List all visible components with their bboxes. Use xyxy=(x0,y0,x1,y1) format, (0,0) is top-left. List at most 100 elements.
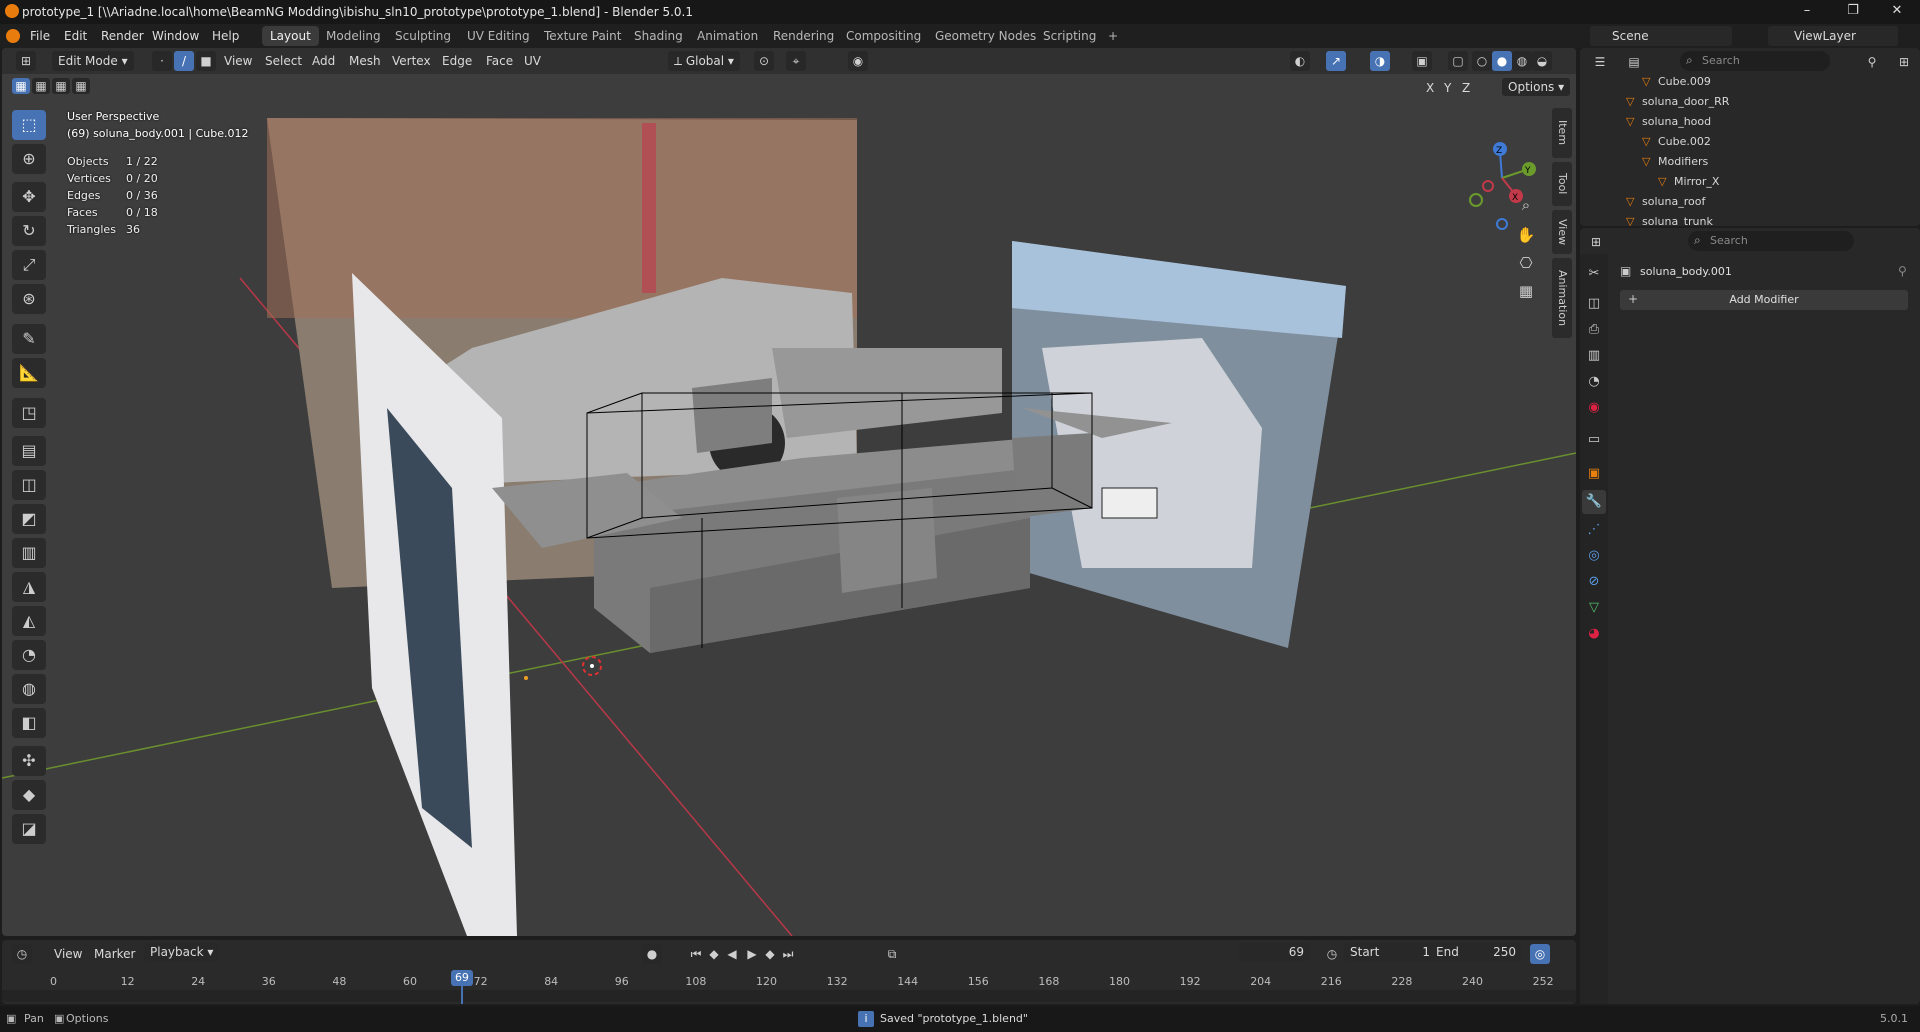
outliner-editor-type-icon[interactable]: ☰ xyxy=(1590,52,1610,72)
face-select-icon[interactable]: ■ xyxy=(196,51,216,71)
orientation-selector[interactable]: ⟂ Global ▾ xyxy=(668,51,740,71)
tab-animation[interactable]: Animation xyxy=(689,26,766,46)
poly-build-tool-icon[interactable]: ◭ xyxy=(12,606,46,636)
shrink-fatten-tool-icon[interactable]: ✣ xyxy=(12,746,46,776)
select-new-icon[interactable]: ▦ xyxy=(12,78,30,94)
wireframe-shading-icon[interactable]: ○ xyxy=(1472,51,1492,71)
outliner-row[interactable]: ▽ soluna_roof xyxy=(1580,192,1920,212)
edge-select-icon[interactable]: / xyxy=(174,51,194,71)
outliner-row[interactable]: ▽ soluna_trunk xyxy=(1580,212,1920,226)
render-properties-icon[interactable]: ◫ xyxy=(1582,292,1606,316)
menu-render[interactable]: Render xyxy=(101,28,144,44)
material-shading-icon[interactable]: ◍ xyxy=(1512,51,1532,71)
tab-layout[interactable]: Layout xyxy=(262,26,319,46)
outliner-row[interactable]: ▽ Cube.009 xyxy=(1580,72,1920,92)
options-dropdown[interactable]: Options ▾ xyxy=(1502,78,1571,96)
pan-hand-icon[interactable]: ✋ xyxy=(1516,225,1536,245)
menu-window[interactable]: Window xyxy=(152,28,199,44)
select-subtract-icon[interactable]: ▦ xyxy=(52,78,70,94)
scene-selector[interactable]: Scene xyxy=(1590,26,1732,46)
menu-uv[interactable]: UV xyxy=(524,53,541,69)
ortho-toggle-icon[interactable]: ▦ xyxy=(1516,281,1536,301)
gizmo-toggle-icon[interactable]: ↗ xyxy=(1326,51,1346,71)
material-properties-icon[interactable]: ◕ xyxy=(1582,622,1606,646)
overlay-toggle-icon[interactable]: ◑ xyxy=(1370,51,1390,71)
blender-menu-icon[interactable] xyxy=(6,29,20,43)
shear-tool-icon[interactable]: ◆ xyxy=(12,780,46,810)
knife-tool-icon[interactable]: ◮ xyxy=(12,572,46,602)
add-modifier-button[interactable]: + Add Modifier xyxy=(1620,290,1908,310)
close-button[interactable]: ✕ xyxy=(1874,0,1920,24)
vertex-select-icon[interactable]: · xyxy=(152,51,172,71)
select-box-tool-icon[interactable]: ⬚ xyxy=(12,110,46,140)
solid-shading-icon[interactable]: ● xyxy=(1492,51,1512,71)
mirror-axis-y[interactable]: Y xyxy=(1444,80,1451,96)
3d-viewport[interactable]: ⊞ Edit Mode ▾ · / ■ View Select Add Mesh… xyxy=(2,48,1576,936)
visibility-icon[interactable]: ◐ xyxy=(1290,51,1310,71)
tab-scripting[interactable]: Scripting xyxy=(1035,26,1104,46)
outliner-row[interactable]: ▽ Mirror_X xyxy=(1580,172,1920,192)
mirror-axis-x[interactable]: X xyxy=(1426,80,1434,96)
tool-properties-icon[interactable]: ✂ xyxy=(1582,262,1606,286)
menu-vertex[interactable]: Vertex xyxy=(392,53,431,69)
outliner-row[interactable]: ▽ soluna_door_RR xyxy=(1580,92,1920,112)
rip-tool-icon[interactable]: ◪ xyxy=(12,814,46,844)
xray-icon[interactable]: ▢ xyxy=(1448,51,1468,71)
measure-tool-icon[interactable]: 📐 xyxy=(12,358,46,388)
outliner-row[interactable]: ▽ Cube.002 xyxy=(1580,132,1920,152)
smooth-tool-icon[interactable]: ◍ xyxy=(12,674,46,704)
outliner-search-input[interactable]: ⌕ Search xyxy=(1680,51,1830,71)
inset-tool-icon[interactable]: ◫ xyxy=(12,470,46,500)
object-properties-icon[interactable]: ▣ xyxy=(1582,462,1606,486)
constraints-properties-icon[interactable]: ⊘ xyxy=(1582,570,1606,594)
keyframe-track[interactable] xyxy=(2,990,1576,1002)
tab-sculpting[interactable]: Sculpting xyxy=(387,26,459,46)
proportional-edit-icon[interactable]: ◉ xyxy=(848,51,868,71)
menu-mesh[interactable]: Mesh xyxy=(349,53,381,69)
editor-type-icon[interactable]: ⊞ xyxy=(16,51,36,71)
properties-editor-type-icon[interactable]: ⊞ xyxy=(1586,232,1606,252)
viewport-scene[interactable] xyxy=(2,48,1576,936)
navigation-gizmo[interactable]: Z Y X xyxy=(1454,108,1554,238)
side-tab-animation[interactable]: Animation xyxy=(1552,258,1572,338)
new-collection-icon[interactable]: ⊞ xyxy=(1894,52,1914,72)
modifier-properties-icon[interactable]: 🔧 xyxy=(1582,490,1606,514)
playhead[interactable]: 69 xyxy=(450,970,473,986)
pin-icon[interactable]: ⚲ xyxy=(1898,264,1907,278)
mode-selector[interactable]: Edit Mode ▾ xyxy=(52,51,134,71)
menu-edge[interactable]: Edge xyxy=(442,53,472,69)
transform-tool-icon[interactable]: ⊛ xyxy=(12,284,46,314)
tab-uv-editing[interactable]: UV Editing xyxy=(459,26,538,46)
cursor-tool-icon[interactable]: ⊕ xyxy=(12,144,46,174)
select-invert-icon[interactable]: ▦ xyxy=(72,78,90,94)
menu-select[interactable]: Select xyxy=(265,53,302,69)
minimize-button[interactable]: – xyxy=(1784,0,1830,24)
menu-add[interactable]: Add xyxy=(312,53,335,69)
select-extend-icon[interactable]: ▦ xyxy=(32,78,50,94)
edge-slide-tool-icon[interactable]: ◧ xyxy=(12,708,46,738)
bevel-tool-icon[interactable]: ◩ xyxy=(12,504,46,534)
filter-icon[interactable]: ⚲ xyxy=(1862,52,1882,72)
loop-cut-tool-icon[interactable]: ▥ xyxy=(12,538,46,568)
outliner-row[interactable]: ▽ soluna_hood xyxy=(1580,112,1920,132)
add-workspace-button[interactable]: + xyxy=(1100,26,1126,46)
viewlayer-selector[interactable]: ViewLayer xyxy=(1768,26,1898,46)
camera-view-icon[interactable]: ⎔ xyxy=(1516,253,1536,273)
side-tab-item[interactable]: Item xyxy=(1552,108,1572,158)
mesh-overlay-icon[interactable]: ▣ xyxy=(1412,51,1432,71)
extrude-tool-icon[interactable]: ▤ xyxy=(12,436,46,466)
tab-shading[interactable]: Shading xyxy=(626,26,691,46)
annotate-tool-icon[interactable]: ✎ xyxy=(12,324,46,354)
properties-search-input[interactable]: ⌕ Search xyxy=(1688,231,1854,251)
display-mode-icon[interactable]: ▤ xyxy=(1624,52,1644,72)
tab-texture-paint[interactable]: Texture Paint xyxy=(536,26,629,46)
menu-help[interactable]: Help xyxy=(212,28,239,44)
spin-tool-icon[interactable]: ◔ xyxy=(12,640,46,670)
mirror-axis-z[interactable]: Z xyxy=(1462,80,1470,96)
menu-view[interactable]: View xyxy=(224,53,252,69)
tab-rendering[interactable]: Rendering xyxy=(765,26,842,46)
menu-file[interactable]: File xyxy=(30,28,50,44)
collection-properties-icon[interactable]: ▭ xyxy=(1582,428,1606,452)
tab-compositing[interactable]: Compositing xyxy=(838,26,929,46)
tab-modeling[interactable]: Modeling xyxy=(318,26,389,46)
